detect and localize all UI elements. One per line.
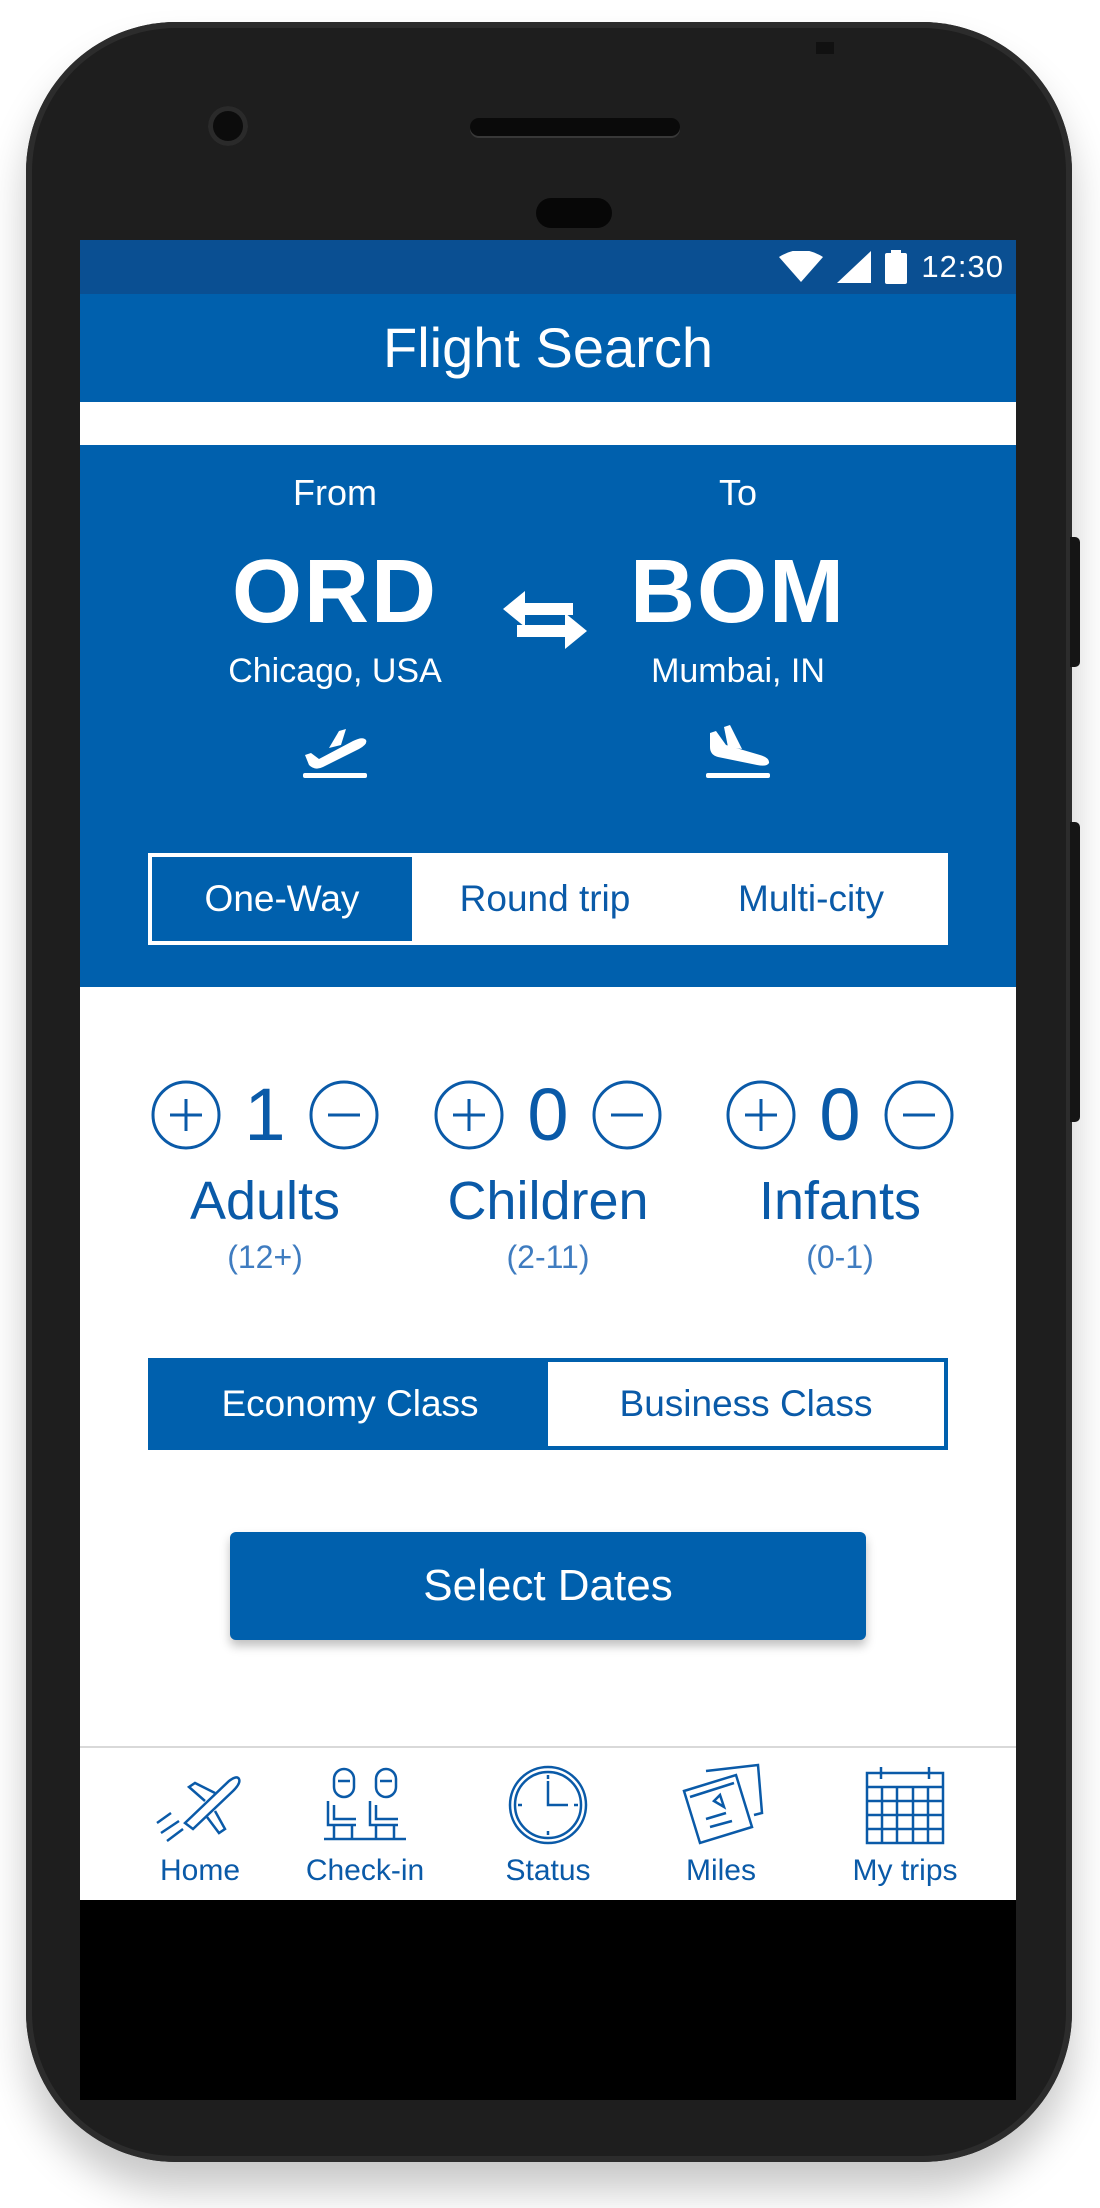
bottom-navigation: Home Check-in Status Miles My trips — [80, 1746, 1016, 1900]
plus-icon[interactable] — [150, 1079, 222, 1151]
nav-my-trips-label: My trips — [852, 1854, 958, 1887]
origin-selector[interactable]: From ORD Chicago, USA — [155, 445, 515, 783]
plus-icon[interactable] — [433, 1079, 505, 1151]
nav-home-label: Home — [159, 1854, 241, 1887]
nav-my-trips[interactable]: My trips — [820, 1760, 990, 1888]
front-camera — [208, 106, 248, 146]
origin-label: From — [293, 472, 377, 513]
app-screen: 12:30 Flight Search From ORD Chicago, US… — [80, 240, 1016, 1900]
origin-code: ORD — [232, 542, 438, 642]
nav-status[interactable]: Status — [463, 1760, 633, 1888]
cabin-class-selector: Economy Class Business Class — [148, 1358, 948, 1450]
proximity-sensor — [536, 198, 612, 228]
nav-status-label: Status — [505, 1854, 591, 1887]
trip-type-selector: One-Way Round trip Multi-city — [148, 853, 948, 945]
minus-icon[interactable] — [883, 1079, 955, 1151]
nav-miles-label: Miles — [685, 1854, 756, 1887]
destination-label: To — [718, 472, 758, 513]
wifi-icon — [779, 251, 824, 282]
economy-class-option[interactable]: Economy Class — [152, 1362, 548, 1446]
page-title: Flight Search — [80, 294, 1016, 402]
tickets-icon — [682, 1763, 764, 1845]
children-age-range: (2-11) — [506, 1239, 590, 1275]
infants-age-range: (0-1) — [806, 1239, 874, 1275]
children-count: 0 — [527, 1073, 569, 1156]
origin-city: Chicago, USA — [228, 652, 442, 690]
nav-miles[interactable]: Miles — [636, 1760, 806, 1888]
adults-counter: 1 Adults (12+) — [115, 1070, 415, 1278]
phone-notch — [816, 42, 834, 54]
route-panel: From ORD Chicago, USA To BOM Mumbai, IN — [80, 445, 1016, 987]
children-label: Children — [447, 1171, 649, 1231]
volume-button — [1070, 537, 1080, 667]
battery-icon — [885, 250, 908, 284]
clock-icon — [508, 1765, 588, 1845]
minus-icon[interactable] — [308, 1079, 380, 1151]
children-counter: 0 Children (2-11) — [398, 1070, 698, 1278]
minus-icon[interactable] — [591, 1079, 663, 1151]
tab-one-way[interactable]: One-Way — [152, 857, 412, 941]
nav-check-in-label: Check-in — [305, 1854, 425, 1887]
business-class-option[interactable]: Business Class — [548, 1362, 944, 1446]
signal-icon — [837, 251, 872, 283]
tab-multi-city[interactable]: Multi-city — [678, 857, 944, 941]
adults-age-range: (12+) — [227, 1239, 303, 1275]
infants-count: 0 — [819, 1073, 861, 1156]
adults-label: Adults — [189, 1171, 341, 1231]
tab-round-trip[interactable]: Round trip — [412, 857, 678, 941]
status-bar: 12:30 — [80, 240, 1016, 294]
power-button — [1070, 822, 1080, 1122]
infants-counter: 0 Infants (0-1) — [690, 1070, 990, 1278]
infants-label: Infants — [758, 1171, 922, 1231]
phone-chin — [80, 1900, 1016, 2100]
landing-icon — [706, 725, 770, 778]
nav-home[interactable]: Home — [115, 1760, 285, 1888]
earpiece-speaker — [470, 118, 680, 136]
seats-icon — [324, 1767, 406, 1841]
adults-count: 1 — [244, 1073, 286, 1156]
nav-check-in[interactable]: Check-in — [280, 1760, 450, 1888]
select-dates-button[interactable]: Select Dates — [230, 1532, 866, 1640]
destination-city: Mumbai, IN — [651, 652, 825, 690]
plus-icon[interactable] — [725, 1079, 797, 1151]
destination-code: BOM — [630, 542, 846, 642]
clock-time: 12:30 — [921, 249, 1004, 284]
takeoff-icon — [303, 729, 367, 778]
destination-selector[interactable]: To BOM Mumbai, IN — [558, 445, 918, 783]
calendar-icon — [865, 1767, 945, 1845]
plane-icon — [156, 1776, 241, 1842]
